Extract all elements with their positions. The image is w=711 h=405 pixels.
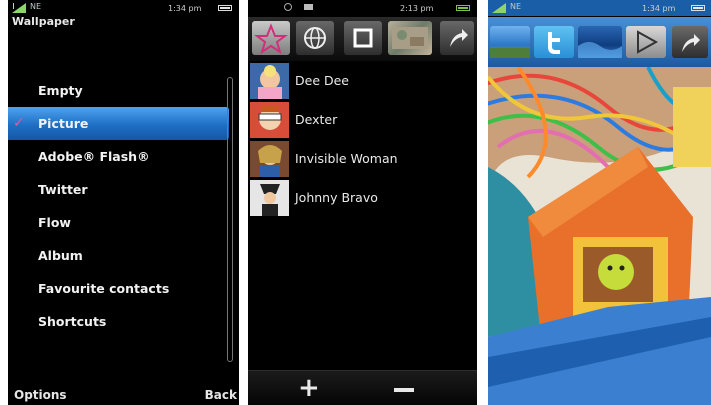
battery-icon bbox=[218, 5, 232, 11]
battery-icon bbox=[691, 5, 705, 11]
menu-item-flow[interactable]: Flow bbox=[8, 206, 229, 239]
menu-item-favourite-contacts[interactable]: Favourite contacts bbox=[8, 272, 229, 305]
menu-item-label: Adobe® Flash® bbox=[38, 149, 150, 164]
twitter-icon bbox=[548, 32, 560, 54]
back-softkey[interactable]: Back bbox=[205, 388, 237, 402]
signal-icon bbox=[492, 3, 506, 13]
contact-name: Dexter bbox=[295, 112, 338, 127]
status-bar: NE 1:34 pm bbox=[8, 0, 239, 16]
wallpaper-screen: NE 1:34 pm Wallpaper Empty ✓ Picture Ado… bbox=[8, 0, 239, 405]
check-icon: ✓ bbox=[13, 115, 25, 131]
wallpaper-menu: Empty ✓ Picture Adobe® Flash® Twitter Fl… bbox=[8, 74, 229, 338]
menu-item-empty[interactable]: Empty bbox=[8, 74, 229, 107]
twitter-tab[interactable] bbox=[534, 26, 574, 58]
scrollbar[interactable] bbox=[227, 77, 233, 362]
exit-tab[interactable] bbox=[440, 21, 474, 55]
signal-icon bbox=[12, 3, 26, 13]
list-item[interactable]: Invisible Woman bbox=[248, 141, 477, 179]
photo-thumb-icon bbox=[392, 27, 428, 49]
list-item[interactable]: Dexter bbox=[248, 102, 477, 140]
avatar bbox=[250, 102, 289, 138]
menu-item-label: Picture bbox=[38, 116, 89, 131]
network-indicator: NE bbox=[30, 2, 42, 11]
menu-item-picture[interactable]: ✓ Picture bbox=[8, 107, 229, 140]
status-time: 1:34 pm bbox=[642, 4, 676, 13]
menu-item-twitter[interactable]: Twitter bbox=[8, 173, 229, 206]
menu-item-album[interactable]: Album bbox=[8, 239, 229, 272]
picture-home-screen: NE 1:34 pm bbox=[488, 0, 711, 405]
avatar bbox=[250, 141, 289, 177]
status-bar: NE 1:34 pm bbox=[488, 0, 711, 16]
status-time: 2:13 pm bbox=[400, 4, 434, 13]
avatar bbox=[250, 180, 289, 216]
arrow-icon bbox=[682, 34, 700, 52]
contact-name: Johnny Bravo bbox=[295, 190, 378, 205]
options-softkey[interactable]: Options bbox=[14, 388, 67, 402]
wave-tab[interactable] bbox=[578, 26, 622, 58]
star-icon bbox=[254, 23, 288, 55]
exit-tab[interactable] bbox=[672, 26, 708, 58]
square-icon bbox=[353, 28, 373, 48]
add-contact-button[interactable]: + bbox=[298, 375, 320, 401]
status-time: 1:34 pm bbox=[168, 4, 202, 13]
remove-contact-button[interactable] bbox=[394, 388, 414, 392]
contact-name: Invisible Woman bbox=[295, 151, 398, 166]
sky-icon bbox=[490, 48, 530, 58]
arrow-icon bbox=[450, 29, 468, 47]
web-tab[interactable] bbox=[296, 21, 334, 55]
battery-icon bbox=[456, 5, 470, 11]
menu-item-adobe-flash[interactable]: Adobe® Flash® bbox=[8, 140, 229, 173]
menu-item-label: Flow bbox=[38, 215, 71, 230]
contacts-toolbar: + bbox=[248, 370, 477, 405]
sky-tab[interactable] bbox=[490, 26, 530, 58]
favourites-tab[interactable] bbox=[252, 21, 290, 55]
frame-tab[interactable] bbox=[344, 21, 382, 55]
media-tab[interactable] bbox=[626, 26, 666, 58]
menu-item-label: Twitter bbox=[38, 182, 88, 197]
list-item[interactable]: Dee Dee bbox=[248, 63, 477, 101]
list-item[interactable]: Johnny Bravo bbox=[248, 180, 477, 218]
menu-item-label: Shortcuts bbox=[38, 314, 107, 329]
alarm-icon bbox=[284, 3, 292, 11]
status-bar: 2:13 pm bbox=[248, 0, 477, 16]
photo-tab[interactable] bbox=[388, 21, 432, 55]
menu-item-label: Empty bbox=[38, 83, 83, 98]
globe-icon bbox=[304, 27, 326, 49]
wave-icon bbox=[578, 42, 622, 58]
contacts-screen: 2:13 pm Dee Dee Dexter Invisible Woman J… bbox=[248, 0, 477, 405]
panel-tabs bbox=[488, 17, 711, 67]
contact-name: Dee Dee bbox=[295, 73, 349, 88]
message-icon bbox=[304, 4, 313, 10]
menu-item-label: Album bbox=[38, 248, 83, 263]
network-indicator: NE bbox=[510, 2, 522, 11]
page-title: Wallpaper bbox=[12, 15, 75, 28]
play-icon bbox=[637, 30, 659, 54]
panel-tabs bbox=[248, 17, 477, 61]
menu-item-label: Favourite contacts bbox=[38, 281, 170, 296]
wallpaper-photo bbox=[488, 67, 711, 405]
menu-item-shortcuts[interactable]: Shortcuts bbox=[8, 305, 229, 338]
avatar bbox=[250, 63, 289, 99]
